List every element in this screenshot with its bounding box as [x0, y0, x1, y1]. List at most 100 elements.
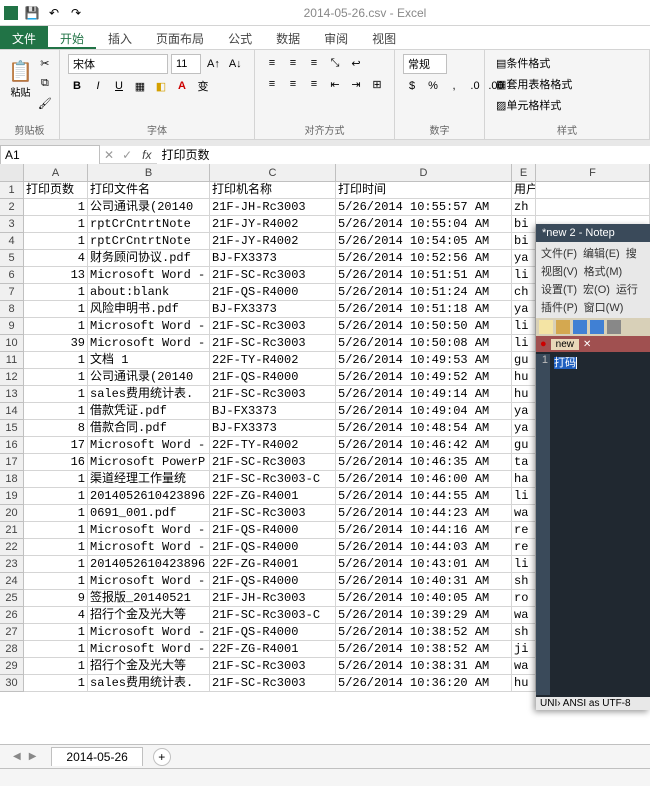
sheet-tab-active[interactable]: 2014-05-26 — [51, 747, 142, 766]
np-menu-macro[interactable]: 宏(O) — [580, 280, 613, 298]
col-header-a[interactable]: A — [24, 164, 88, 181]
cell[interactable]: 5/26/2014 10:49:14 AM — [336, 386, 512, 403]
np-menu-file[interactable]: 文件(F) — [538, 244, 580, 262]
notepad-text[interactable]: 打码 — [550, 354, 581, 695]
cell[interactable]: 4 — [24, 607, 88, 624]
cell[interactable]: 1 — [24, 301, 88, 318]
cell[interactable]: ch — [512, 284, 536, 301]
increase-indent-icon[interactable]: ⇥ — [347, 75, 365, 93]
np-menu-run[interactable]: 运行 — [613, 280, 641, 298]
cell[interactable]: 5/26/2014 10:44:55 AM — [336, 488, 512, 505]
redo-icon[interactable]: ↷ — [68, 5, 84, 21]
cell[interactable]: 16 — [24, 454, 88, 471]
decrease-font-icon[interactable]: A↓ — [226, 55, 245, 73]
cell[interactable]: sales费用统计表. — [88, 386, 210, 403]
cell[interactable]: wa — [512, 607, 536, 624]
cell[interactable]: 22F-TY-R4002 — [210, 437, 336, 454]
cell[interactable]: 39 — [24, 335, 88, 352]
cell[interactable]: 22F-ZG-R4001 — [210, 556, 336, 573]
cell[interactable]: 1 — [24, 369, 88, 386]
np-menu-edit[interactable]: 编辑(E) — [580, 244, 623, 262]
cut-icon[interactable]: ✂ — [35, 54, 55, 72]
cell[interactable]: 1 — [24, 658, 88, 675]
row-header[interactable]: 9 — [0, 318, 24, 335]
cell[interactable]: 5/26/2014 10:50:08 AM — [336, 335, 512, 352]
tab-review[interactable]: 审阅 — [312, 26, 360, 49]
cell[interactable]: 1 — [24, 403, 88, 420]
tab-page-layout[interactable]: 页面布局 — [144, 26, 216, 49]
np-menu-plugin[interactable]: 插件(P) — [538, 298, 581, 316]
cell[interactable]: Microsoft Word - — [88, 335, 210, 352]
cell[interactable]: rptCrCntrtNote — [88, 216, 210, 233]
cell[interactable]: 1 — [24, 556, 88, 573]
align-middle-icon[interactable]: ≡ — [284, 54, 302, 72]
copy-icon[interactable]: ⧉ — [35, 74, 55, 92]
np-print-icon[interactable] — [607, 320, 621, 334]
row-header[interactable]: 10 — [0, 335, 24, 352]
cell[interactable]: 21F-SC-Rc3003 — [210, 675, 336, 692]
font-name-select[interactable] — [68, 54, 168, 74]
cell[interactable]: 1 — [24, 352, 88, 369]
tab-home[interactable]: 开始 — [48, 26, 96, 49]
cell[interactable]: hu — [512, 369, 536, 386]
cell[interactable]: 21F-SC-Rc3003 — [210, 658, 336, 675]
cell[interactable] — [536, 199, 650, 216]
np-menu-window[interactable]: 窗口(W) — [581, 298, 627, 316]
col-header-e[interactable]: E — [512, 164, 536, 181]
font-size-select[interactable] — [171, 54, 201, 74]
align-bottom-icon[interactable]: ≡ — [305, 54, 323, 72]
wrap-text-icon[interactable]: ↩ — [347, 54, 365, 72]
np-menu-format[interactable]: 格式(M) — [581, 262, 626, 280]
cell[interactable]: 21F-SC-Rc3003 — [210, 318, 336, 335]
cell[interactable]: 渠道经理工作量统 — [88, 471, 210, 488]
cell[interactable]: 打印页数 — [24, 182, 88, 199]
cell[interactable]: 5/26/2014 10:46:42 AM — [336, 437, 512, 454]
cell[interactable]: 21F-SC-Rc3003-C — [210, 607, 336, 624]
cell[interactable]: 21F-SC-Rc3003-C — [210, 471, 336, 488]
row-header[interactable]: 2 — [0, 199, 24, 216]
row-header[interactable]: 26 — [0, 607, 24, 624]
cell[interactable]: 1 — [24, 624, 88, 641]
align-top-icon[interactable]: ≡ — [263, 54, 281, 72]
cell[interactable]: 公司通讯录(20140 — [88, 369, 210, 386]
cell[interactable]: 1 — [24, 573, 88, 590]
cell[interactable]: li — [512, 335, 536, 352]
cell[interactable]: Microsoft Word - — [88, 641, 210, 658]
orientation-icon[interactable]: ⤡ — [326, 54, 344, 72]
cell[interactable]: BJ-FX3373 — [210, 420, 336, 437]
align-center-icon[interactable]: ≡ — [284, 75, 302, 93]
cell[interactable]: 1 — [24, 488, 88, 505]
cell[interactable]: 5/26/2014 10:44:23 AM — [336, 505, 512, 522]
percent-icon[interactable]: % — [424, 77, 442, 95]
np-saveall-icon[interactable] — [590, 320, 604, 334]
cell[interactable]: 5/26/2014 10:55:04 AM — [336, 216, 512, 233]
cell[interactable]: Microsoft Word - — [88, 624, 210, 641]
row-header[interactable]: 8 — [0, 301, 24, 318]
save-icon[interactable]: 💾 — [24, 5, 40, 21]
cell[interactable]: bi — [512, 216, 536, 233]
fill-color-button[interactable]: ◧ — [152, 77, 170, 95]
cell[interactable]: 文档 1 — [88, 352, 210, 369]
row-header[interactable]: 23 — [0, 556, 24, 573]
cell-styles-button[interactable]: ▨ 单元格样式 — [493, 96, 564, 114]
cell[interactable]: gu — [512, 437, 536, 454]
cell[interactable]: 财务顾问协议.pdf — [88, 250, 210, 267]
cell[interactable]: zh — [512, 199, 536, 216]
cell[interactable]: gu — [512, 352, 536, 369]
cell[interactable]: sh — [512, 573, 536, 590]
cell[interactable]: 21F-JH-Rc3003 — [210, 590, 336, 607]
cell[interactable]: 1 — [24, 505, 88, 522]
cell[interactable]: 0691_001.pdf — [88, 505, 210, 522]
notepad-tab[interactable]: new — [551, 339, 579, 350]
cell[interactable]: 4 — [24, 250, 88, 267]
increase-decimal-icon[interactable]: .0 — [466, 77, 484, 95]
cell[interactable]: hu — [512, 675, 536, 692]
cell[interactable]: 1 — [24, 199, 88, 216]
row-header[interactable]: 18 — [0, 471, 24, 488]
row-header[interactable]: 5 — [0, 250, 24, 267]
cell[interactable]: ro — [512, 590, 536, 607]
cell[interactable]: 1 — [24, 216, 88, 233]
conditional-format-button[interactable]: ▤ 条件格式 — [493, 54, 553, 72]
row-header[interactable]: 24 — [0, 573, 24, 590]
font-color-button[interactable]: A — [173, 77, 191, 95]
